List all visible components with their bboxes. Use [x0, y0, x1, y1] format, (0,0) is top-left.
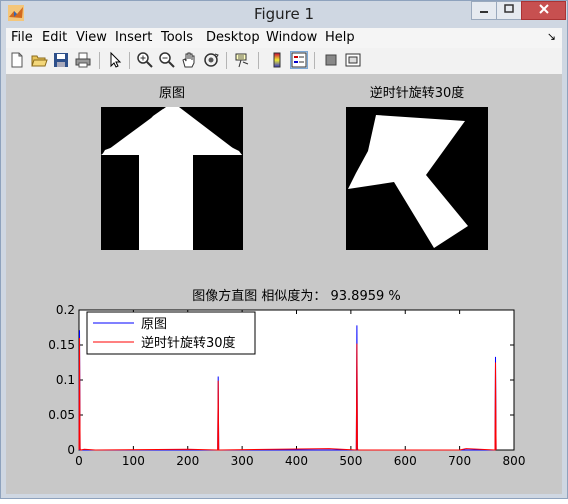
new-figure-icon[interactable] — [8, 51, 26, 69]
x-tick-label: 300 — [231, 454, 254, 468]
figure-toolbar — [6, 48, 562, 75]
x-tick-label: 0 — [75, 454, 83, 468]
figure-window: Figure 1 File Edit View Insert Tools Des… — [0, 0, 568, 499]
legend-icon[interactable] — [290, 51, 308, 69]
rotated-image-title: 逆时针旋转30度 — [369, 86, 465, 101]
y-tick-label: 0.1 — [56, 373, 75, 387]
minimize-icon — [480, 11, 488, 13]
histogram-title: 图像方直图 相似度为： 93.8959 % — [192, 289, 401, 304]
maximize-icon — [504, 4, 514, 13]
colorbar-icon[interactable] — [268, 51, 286, 69]
histogram-chart: 0 100 200 300 400 500 600 700 800 0 0.05 0.1 0.15 0.2… — [48, 304, 526, 468]
pan-hand-icon[interactable] — [180, 51, 198, 69]
y-tick-label: 0.05 — [48, 408, 75, 422]
original-image-title: 原图 — [158, 86, 185, 101]
legend-label-original: 原图 — [141, 317, 167, 332]
save-icon[interactable] — [52, 51, 70, 69]
menu-tools[interactable]: Tools — [161, 30, 193, 45]
print-icon[interactable] — [74, 51, 92, 69]
legend-box[interactable]: 原图 逆时针旋转30度 — [86, 311, 256, 355]
y-tick-label: 0 — [67, 443, 75, 457]
dock-arrow-icon[interactable]: ↘ — [547, 30, 556, 43]
menu-bar: File Edit View Insert Tools Desktop Wind… — [6, 28, 562, 48]
legend-label-rotated: 逆时针旋转30度 — [141, 335, 236, 351]
title-bar[interactable]: Figure 1 — [1, 1, 567, 28]
figure-client: File Edit View Insert Tools Desktop Wind… — [6, 28, 562, 494]
x-tick-label: 500 — [339, 454, 362, 468]
toolbar-separator — [314, 52, 315, 69]
menu-window[interactable]: Window — [266, 30, 317, 45]
y-tick-label: 0.15 — [48, 338, 75, 352]
toolbar-separator — [99, 52, 100, 69]
zoom-out-icon[interactable] — [158, 51, 176, 69]
menu-desktop[interactable]: Desktop — [206, 30, 260, 45]
x-tick-label: 800 — [503, 454, 526, 468]
menu-edit[interactable]: Edit — [42, 30, 67, 45]
toolbar-separator — [258, 52, 259, 69]
menu-help[interactable]: Help — [325, 30, 355, 45]
original-image — [101, 107, 243, 250]
show-plot-tools-icon[interactable] — [344, 51, 362, 69]
x-tick-label: 600 — [394, 454, 417, 468]
figure-canvas: 原图 逆时针旋转30度 图像方直图 相似度为： 93.8959 % 0 100 2 — [6, 75, 562, 494]
minimize-button[interactable] — [471, 1, 497, 20]
rotated-image — [346, 107, 488, 250]
x-tick-label: 700 — [448, 454, 471, 468]
open-icon[interactable] — [30, 51, 48, 69]
data-cursor-icon[interactable] — [234, 51, 252, 69]
menu-view[interactable]: View — [76, 30, 107, 45]
hide-plot-tools-icon[interactable] — [322, 51, 340, 69]
toolbar-separator — [226, 52, 227, 69]
close-icon — [538, 4, 549, 14]
rotated-arrow-image — [348, 115, 468, 248]
x-tick-label: 100 — [122, 454, 145, 468]
x-tick-label: 200 — [176, 454, 199, 468]
close-button[interactable] — [521, 1, 566, 20]
menu-file[interactable]: File — [11, 30, 33, 45]
rotate-3d-icon[interactable] — [202, 51, 220, 69]
menu-insert[interactable]: Insert — [115, 30, 152, 45]
x-tick-label: 400 — [285, 454, 308, 468]
pointer-icon[interactable] — [106, 51, 124, 69]
y-tick-label: 0.2 — [56, 304, 75, 317]
up-arrow-image — [101, 107, 242, 250]
maximize-button[interactable] — [496, 1, 522, 20]
toolbar-separator — [129, 52, 130, 69]
zoom-in-icon[interactable] — [136, 51, 154, 69]
